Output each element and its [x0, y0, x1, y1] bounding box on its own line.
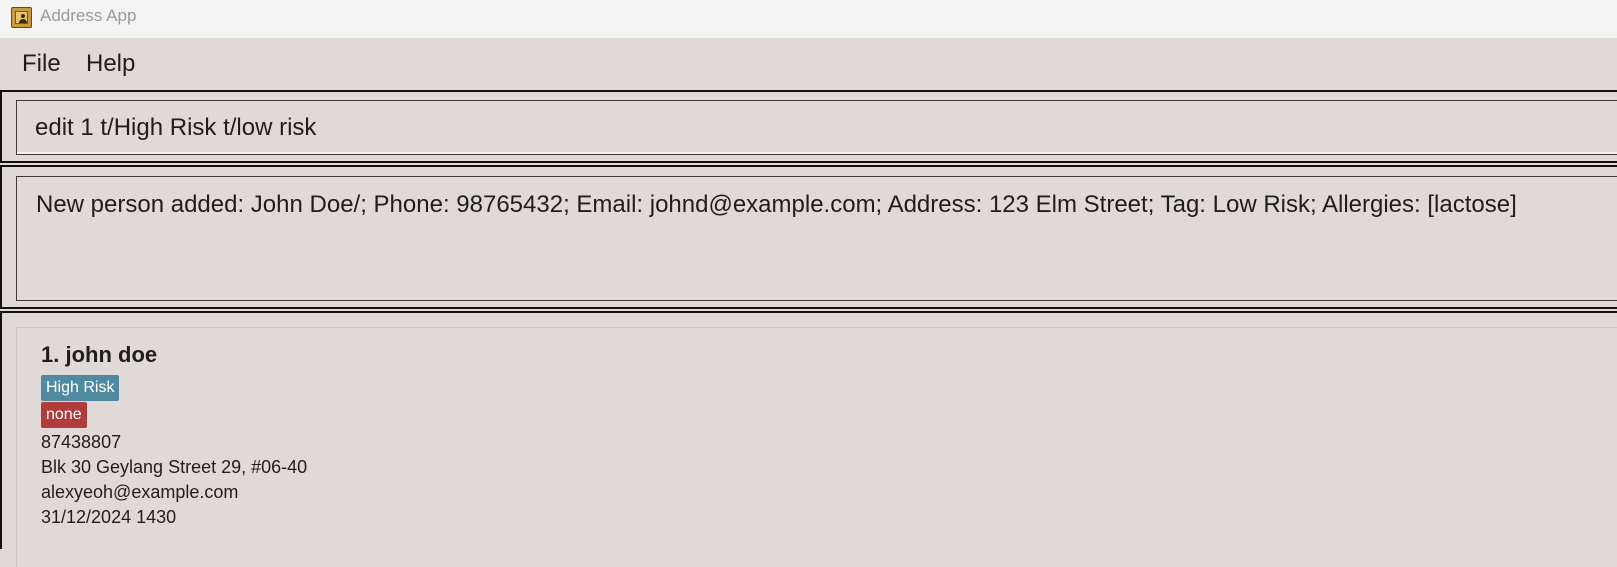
person-address: Blk 30 Geylang Street 29, #06-40 [41, 457, 308, 477]
person-email: alexyeoh@example.com [41, 482, 239, 502]
result-display-panel: New person added: John Doe/; Phone: 9876… [0, 165, 1617, 309]
window-title: Address App [40, 6, 137, 25]
person-list-panel[interactable]: 1. john doe High Risk none 87438807 Blk … [0, 311, 1617, 567]
menu-help[interactable]: Help [86, 50, 135, 78]
command-box-panel [0, 90, 1617, 163]
person-appointment: 31/12/2024 1430 [41, 507, 177, 527]
allergy-tag: none [41, 402, 87, 428]
command-input[interactable] [16, 100, 1617, 155]
person-name: 1. john doe [41, 342, 158, 367]
address-book-icon [11, 7, 32, 28]
person-card[interactable]: 1. john doe High Risk none 87438807 Blk … [16, 327, 1617, 567]
person-phone: 87438807 [41, 432, 122, 452]
result-display: New person added: John Doe/; Phone: 9876… [16, 176, 1617, 301]
menu-file[interactable]: File [22, 50, 61, 78]
risk-tag: High Risk [41, 375, 120, 401]
menu-bar: File Help [0, 38, 1617, 90]
title-bar: Address App [0, 0, 1617, 38]
